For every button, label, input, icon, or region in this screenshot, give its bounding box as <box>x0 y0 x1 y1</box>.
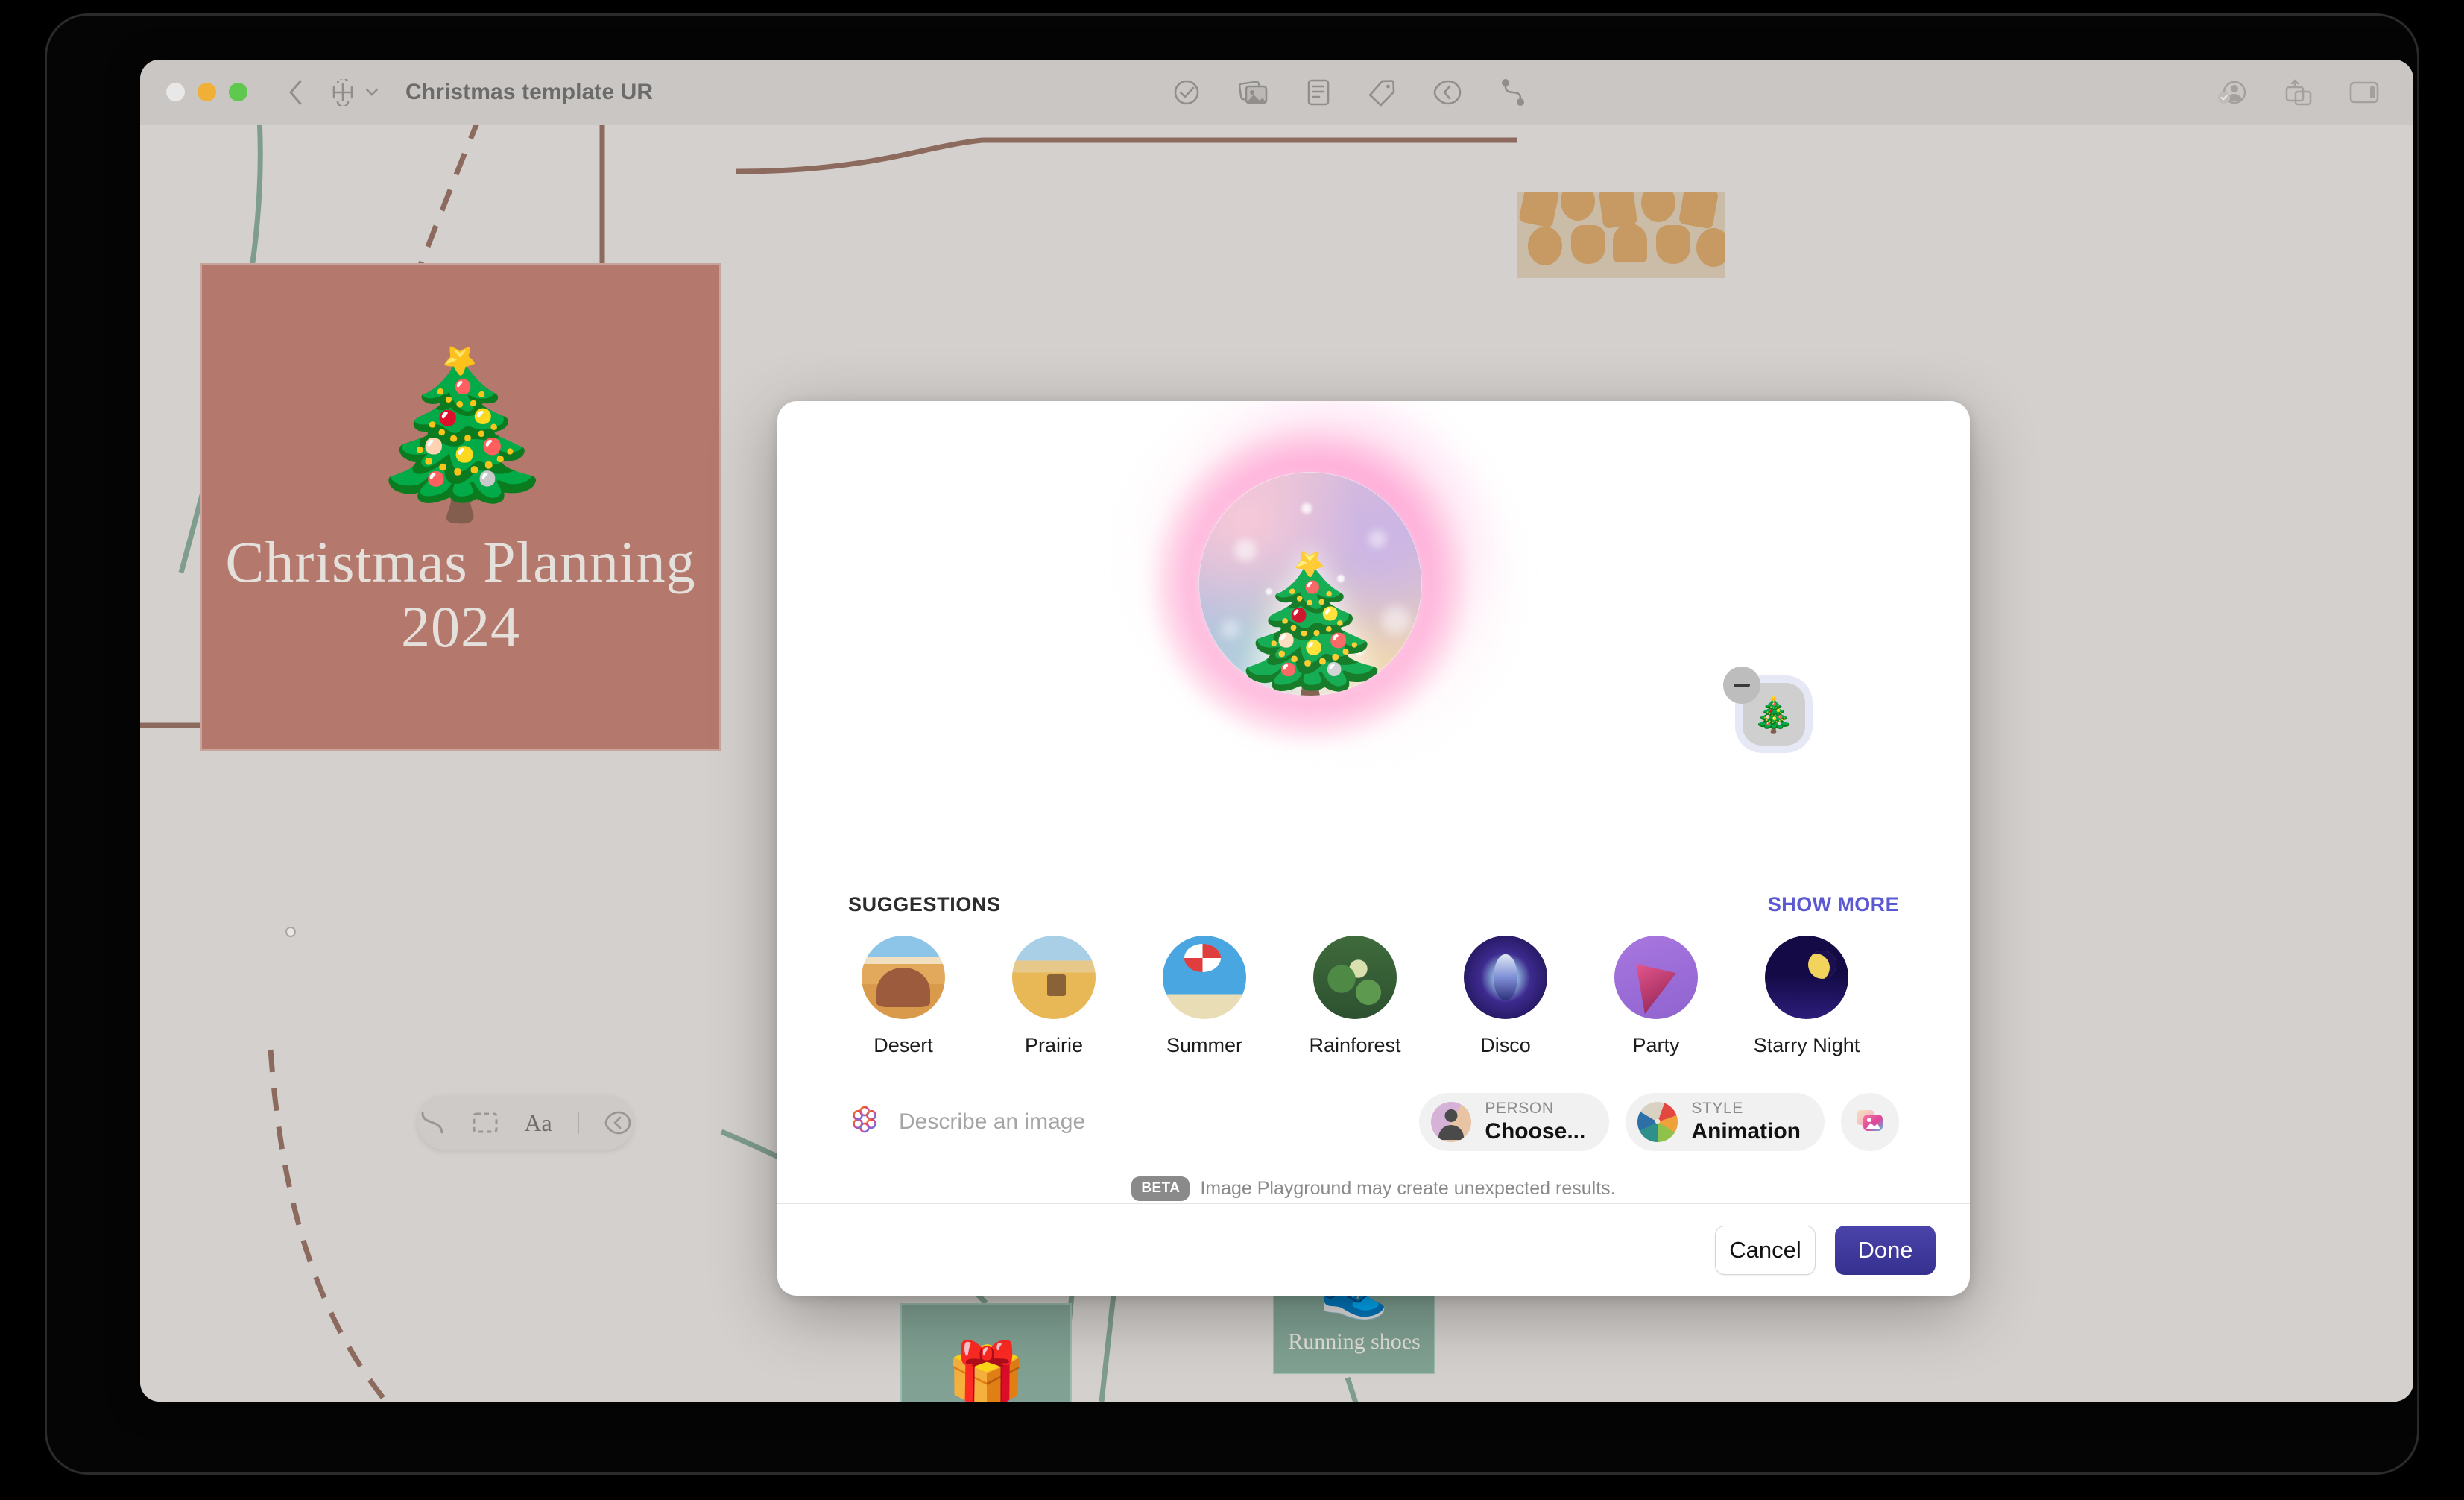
christmas-tree-emoji: 🎄 <box>1221 549 1400 696</box>
document-title: Christmas template UR <box>405 79 654 104</box>
rainforest-thumbnail <box>1313 936 1397 1019</box>
note-icon[interactable] <box>1307 78 1330 107</box>
mindmap-icon <box>328 78 358 106</box>
style-chip-value: Animation <box>1691 1119 1801 1144</box>
disco-thumbnail <box>1464 936 1547 1019</box>
suggestion-label: Disco <box>1480 1034 1531 1056</box>
image-icon[interactable] <box>1238 79 1269 106</box>
minus-icon[interactable] <box>1723 667 1760 704</box>
suggestion-label: Rainforest <box>1309 1034 1401 1056</box>
image-playground-icon <box>848 1104 881 1141</box>
suggestion-rainforest[interactable]: Rainforest <box>1300 936 1410 1057</box>
mindmap-node-cookies-image[interactable] <box>1517 192 1725 278</box>
prairie-thumbnail <box>1012 936 1096 1019</box>
relationship-icon[interactable] <box>1500 78 1526 107</box>
mindmap-node-gift-ideas[interactable]: 🎁 Gift ideas ❤️ <box>900 1303 1072 1402</box>
style-chip[interactable]: STYLE Animation <box>1626 1093 1825 1151</box>
photo-picker-icon <box>1854 1107 1886 1138</box>
suggestions-row: Desert Prairie Summer Rainforest Disco P… <box>848 936 1899 1057</box>
title-bar: Christmas template UR <box>140 60 2413 125</box>
suggestion-desert[interactable]: Desert <box>848 936 958 1057</box>
screen: Christmas template UR 🎄 Christmas Planni… <box>0 0 2464 1500</box>
toolbar-right <box>2217 60 2379 125</box>
suggestion-label: Party <box>1632 1034 1680 1056</box>
suggestions-title: SUGGESTIONS <box>848 893 1001 916</box>
christmas-tree-emoji: 🎄 <box>1752 695 1795 734</box>
person-chip[interactable]: PERSON Choose... <box>1419 1093 1610 1151</box>
beta-notice: BETA Image Playground may create unexpec… <box>777 1176 1970 1201</box>
cancel-button[interactable]: Cancel <box>1715 1225 1816 1275</box>
person-icon <box>1431 1102 1472 1142</box>
suggestions-section: SUGGESTIONS SHOW MORE Desert Prairie Sum… <box>777 893 1970 1057</box>
person-chip-value: Choose... <box>1485 1119 1586 1144</box>
style-chip-text: STYLE Animation <box>1691 1099 1801 1145</box>
person-chip-text: PERSON Choose... <box>1485 1099 1585 1145</box>
traffic-lights <box>166 83 247 101</box>
desert-thumbnail <box>862 936 945 1019</box>
chevron-down-icon <box>365 88 379 97</box>
node-resize-handle[interactable] <box>285 927 296 937</box>
beta-badge: BETA <box>1131 1176 1190 1201</box>
mindmap-canvas[interactable]: 🎄 Christmas Planning 2024 Aa 🎁 Running s… <box>140 125 2413 1402</box>
maximize-button[interactable] <box>229 83 247 101</box>
boundary-icon[interactable] <box>1433 79 1463 106</box>
mindmap-style-selector[interactable] <box>328 78 379 106</box>
style-chip-kicker: STYLE <box>1691 1099 1743 1117</box>
suggestion-prairie[interactable]: Prairie <box>999 936 1109 1057</box>
suggestion-label: Desert <box>874 1034 933 1056</box>
prompt-input[interactable]: Describe an image <box>899 1109 1085 1135</box>
concept-token-emoji[interactable]: 🎄 <box>1723 667 1805 746</box>
gift-emoji: 🎁 <box>946 1340 1026 1402</box>
dialog-footer: Cancel Done <box>777 1203 1970 1296</box>
show-more-button[interactable]: SHOW MORE <box>1768 893 1899 916</box>
christmas-tree-emoji: 🎄 <box>361 346 560 525</box>
app-window: Christmas template UR 🎄 Christmas Planni… <box>140 60 2413 1402</box>
style-thumb-icon <box>1637 1102 1678 1142</box>
mindmap-node-label: Running shoes <box>1288 1329 1421 1354</box>
toolbar-divider <box>577 1112 579 1134</box>
suggestion-label: Summer <box>1166 1034 1242 1056</box>
device-bezel: Christmas template UR 🎄 Christmas Planni… <box>45 13 2419 1475</box>
done-button[interactable]: Done <box>1835 1225 1936 1275</box>
suggestion-label: Starry Night <box>1753 1034 1860 1056</box>
text-icon[interactable]: Aa <box>524 1109 552 1137</box>
shape-icon[interactable] <box>472 1112 499 1134</box>
prompt-input-area[interactable]: Describe an image <box>848 1104 1403 1141</box>
image-playground-dialog: 🎄 Christmas Planning 2024 🎄 <box>777 401 1970 1296</box>
suggestion-label: Prairie <box>1024 1034 1084 1056</box>
back-chevron-icon[interactable] <box>280 78 310 107</box>
toolbar-center <box>1172 60 1526 125</box>
photo-picker-button[interactable] <box>1841 1093 1899 1151</box>
suggestion-disco[interactable]: Disco <box>1450 936 1561 1057</box>
suggestion-summer[interactable]: Summer <box>1149 936 1260 1057</box>
prompt-row: Describe an image PERSON Choose... STYLE… <box>777 1093 1970 1151</box>
starry-night-thumbnail <box>1765 936 1848 1019</box>
generated-image-preview[interactable]: 🎄 <box>1198 472 1422 696</box>
tag-icon[interactable] <box>1368 78 1396 107</box>
curve-icon[interactable] <box>418 1110 446 1135</box>
mindmap-node-main[interactable]: 🎄 Christmas Planning 2024 <box>200 263 721 751</box>
node-floating-toolbar[interactable]: Aa <box>417 1096 634 1150</box>
suggestion-party[interactable]: Party <box>1601 936 1711 1057</box>
mindmap-node-label: Christmas Planning 2024 <box>225 529 696 659</box>
summer-thumbnail <box>1163 936 1246 1019</box>
preview-tree: 🎄 <box>1198 472 1422 696</box>
collaborate-icon[interactable] <box>2217 78 2248 107</box>
boundary-icon[interactable] <box>604 1110 633 1135</box>
beta-text: Image Playground may create unexpected r… <box>1200 1178 1616 1199</box>
share-icon[interactable] <box>2284 78 2313 107</box>
task-check-icon[interactable] <box>1172 78 1201 107</box>
suggestions-header: SUGGESTIONS SHOW MORE <box>848 893 1899 916</box>
suggestion-starry-night[interactable]: Starry Night <box>1751 936 1862 1057</box>
close-button[interactable] <box>166 83 185 101</box>
inspector-icon[interactable] <box>2349 81 2379 104</box>
minimize-button[interactable] <box>198 83 216 101</box>
person-chip-kicker: PERSON <box>1485 1099 1554 1117</box>
image-preview-stage: 🎄 Christmas Planning 2024 🎄 <box>777 401 1970 893</box>
party-thumbnail <box>1614 936 1698 1019</box>
